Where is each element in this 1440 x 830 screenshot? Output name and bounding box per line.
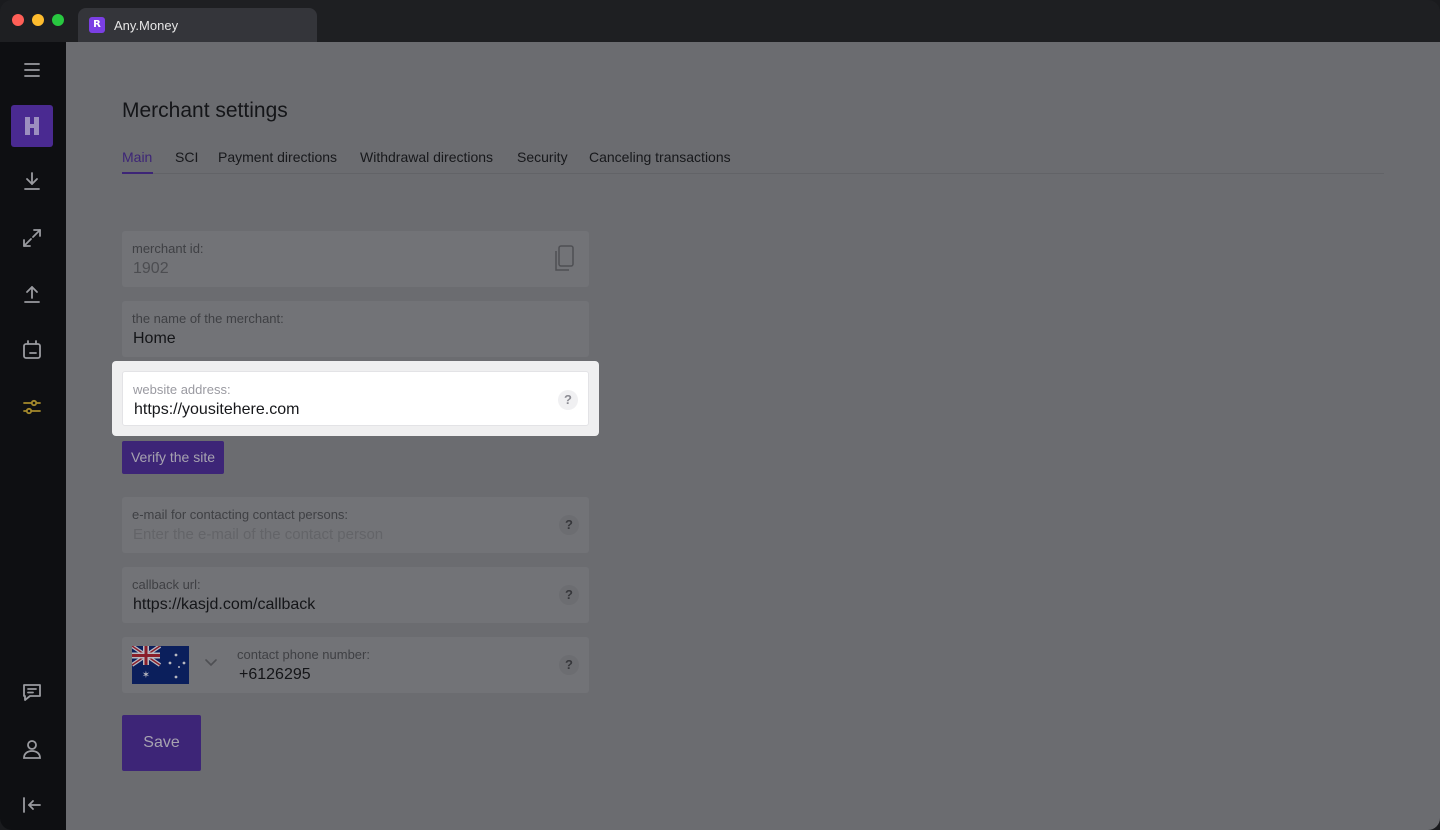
save-button[interactable]: Save: [122, 715, 201, 771]
tab-canceling-transactions[interactable]: Canceling transactions: [589, 149, 731, 165]
merchant-name-label: the name of the merchant:: [132, 311, 284, 326]
email-help-icon[interactable]: ?: [559, 515, 579, 535]
exchange-icon[interactable]: [20, 226, 44, 250]
logout-icon[interactable]: [20, 793, 44, 817]
tab-payment-directions[interactable]: Payment directions: [218, 149, 337, 165]
callback-help-icon[interactable]: ?: [559, 585, 579, 605]
maximize-window-button[interactable]: [52, 14, 64, 26]
tab-sci[interactable]: SCI: [175, 149, 198, 165]
merchant-name-input[interactable]: Home: [133, 330, 176, 348]
chevron-down-icon[interactable]: [204, 657, 218, 667]
title-bar: R Any.Money: [0, 0, 1440, 42]
callback-url-label: callback url:: [132, 577, 201, 592]
website-field-highlight: website address: https://yousitehere.com…: [112, 361, 599, 436]
download-icon[interactable]: [20, 169, 44, 193]
settings-sliders-icon[interactable]: [20, 395, 44, 419]
contact-phone-input[interactable]: +6126295: [239, 666, 311, 684]
tab-main[interactable]: Main: [122, 149, 152, 165]
browser-tab[interactable]: R Any.Money: [78, 8, 317, 42]
active-tab-indicator: [122, 172, 153, 174]
contact-email-input[interactable]: Enter the e-mail of the contact person: [133, 526, 383, 543]
website-address-label: website address:: [133, 382, 231, 397]
tab-withdrawal-directions[interactable]: Withdrawal directions: [360, 149, 493, 165]
minimize-window-button[interactable]: [32, 14, 44, 26]
website-address-input[interactable]: https://yousitehere.com: [134, 401, 299, 419]
merchant-name-field[interactable]: the name of the merchant: Home: [122, 301, 589, 357]
close-window-button[interactable]: [12, 14, 24, 26]
website-address-field[interactable]: website address: https://yousitehere.com…: [122, 371, 589, 426]
brand-button[interactable]: [11, 105, 53, 147]
contact-email-field[interactable]: e-mail for contacting contact persons: E…: [122, 497, 589, 553]
brand-icon: [25, 117, 39, 135]
upload-icon[interactable]: [20, 282, 44, 306]
australia-flag-icon[interactable]: ✶: [132, 646, 189, 684]
main-content: Merchant settings Main SCI Payment direc…: [66, 42, 1440, 830]
website-help-icon[interactable]: ?: [558, 390, 578, 410]
contact-phone-label: contact phone number:: [237, 647, 370, 662]
merchant-id-field: merchant id: 1902: [122, 231, 589, 287]
app-logo-icon: R: [89, 17, 105, 33]
copy-icon[interactable]: [553, 245, 575, 273]
contact-phone-field[interactable]: ✶ contact phone number: +6126295 ?: [122, 637, 589, 693]
sidebar: [0, 42, 66, 830]
menu-icon[interactable]: [20, 58, 44, 82]
app-window: R Any.Money Merchant settings Main SCI P…: [0, 0, 1440, 830]
callback-url-input[interactable]: https://kasjd.com/callback: [133, 596, 315, 614]
phone-help-icon[interactable]: ?: [559, 655, 579, 675]
contact-email-label: e-mail for contacting contact persons:: [132, 507, 349, 522]
settings-tabs: Main SCI Payment directions Withdrawal d…: [122, 148, 1384, 174]
svg-text:✶: ✶: [142, 670, 150, 681]
tab-security[interactable]: Security: [517, 149, 568, 165]
wallet-icon[interactable]: [20, 338, 44, 362]
callback-url-field[interactable]: callback url: https://kasjd.com/callback…: [122, 567, 589, 623]
page-title: Merchant settings: [122, 99, 288, 122]
chat-icon[interactable]: [20, 680, 44, 704]
user-icon[interactable]: [20, 737, 44, 761]
merchant-id-label: merchant id:: [132, 241, 204, 256]
tab-title: Any.Money: [114, 18, 179, 33]
verify-site-button[interactable]: Verify the site: [122, 441, 224, 474]
merchant-id-value: 1902: [133, 260, 169, 277]
